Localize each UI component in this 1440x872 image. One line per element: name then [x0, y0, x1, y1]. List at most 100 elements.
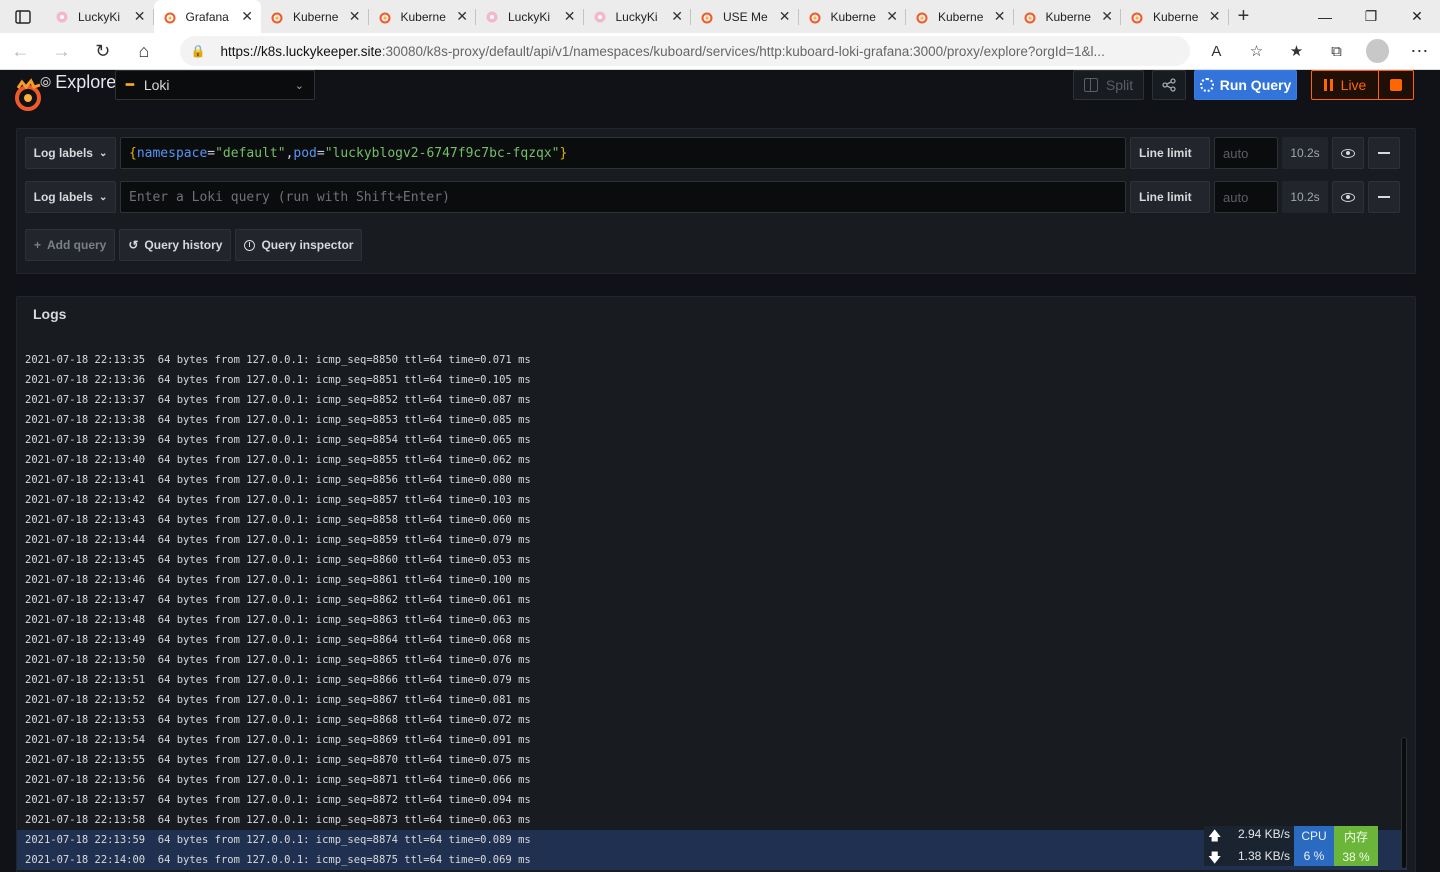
line-limit-input[interactable]: auto: [1214, 181, 1278, 213]
log-row[interactable]: 2021-07-18 22:14:00 64 bytes from 127.0.…: [17, 850, 1407, 870]
close-tab-icon[interactable]: ✕: [241, 8, 253, 25]
hide-query-button[interactable]: [1332, 181, 1364, 213]
query-row-a: Log labels ⌄ {namespace = "default", pod = "l…: [25, 137, 1400, 169]
query-token: =: [316, 145, 325, 161]
add-query-button[interactable]: + Add query: [25, 229, 116, 261]
back-icon[interactable]: ←: [0, 33, 41, 70]
close-window-icon[interactable]: ✕: [1394, 0, 1440, 33]
browser-tab[interactable]: Grafana ✕: [153, 0, 261, 33]
log-row[interactable]: 2021-07-18 22:13:41 64 bytes from 127.0.…: [17, 470, 1407, 490]
close-tab-icon[interactable]: ✕: [456, 8, 468, 25]
logs-scrollbar[interactable]: [1401, 737, 1407, 869]
log-row[interactable]: 2021-07-18 22:13:57 64 bytes from 127.0.…: [17, 790, 1407, 810]
log-row[interactable]: 2021-07-18 22:13:45 64 bytes from 127.0.…: [17, 550, 1407, 570]
log-row[interactable]: 2021-07-18 22:13:50 64 bytes from 127.0.…: [17, 650, 1407, 670]
url-field[interactable]: 🔒 https://k8s.luckykeeper.site:30080/k8s…: [180, 36, 1191, 66]
query-input-b[interactable]: Enter a Loki query (run with Shift+Enter…: [120, 181, 1126, 213]
log-row[interactable]: 2021-07-18 22:13:39 64 bytes from 127.0.…: [17, 430, 1407, 450]
log-row[interactable]: 2021-07-18 22:13:42 64 bytes from 127.0.…: [17, 490, 1407, 510]
favorite-add-icon[interactable]: ☆: [1236, 42, 1276, 60]
forward-icon[interactable]: →: [41, 33, 82, 70]
log-row[interactable]: 2021-07-18 22:13:36 64 bytes from 127.0.…: [17, 370, 1407, 390]
grafana-icon: [162, 9, 178, 25]
log-row[interactable]: 2021-07-18 22:13:59 64 bytes from 127.0.…: [17, 830, 1407, 850]
browser-tab[interactable]: Kuberne ✕: [261, 0, 369, 33]
query-inspector-button[interactable]: Query inspector: [235, 229, 363, 261]
close-tab-icon[interactable]: ✕: [1209, 8, 1221, 25]
run-query-button[interactable]: Run Query: [1194, 70, 1297, 100]
browser-tab[interactable]: Kuberne ✕: [1014, 0, 1122, 33]
browser-tab-title: Grafana: [185, 9, 229, 24]
log-row[interactable]: 2021-07-18 22:13:48 64 bytes from 127.0.…: [17, 610, 1407, 630]
datasource-picker[interactable]: ━ Loki ⌄: [115, 70, 315, 100]
query-editor-panel: Log labels ⌄ {namespace = "default", pod = "l…: [16, 128, 1416, 274]
close-tab-icon[interactable]: ✕: [994, 8, 1006, 25]
close-tab-icon[interactable]: ✕: [1101, 8, 1113, 25]
browser-tab[interactable]: LuckyKi ✕: [46, 0, 154, 33]
tab-actions-icon[interactable]: [0, 0, 46, 33]
log-labels-button[interactable]: Log labels ⌄: [25, 137, 116, 169]
minimize-icon[interactable]: —: [1302, 0, 1348, 33]
browser-tab[interactable]: Kuberne ✕: [906, 0, 1014, 33]
live-button[interactable]: Live: [1311, 70, 1379, 100]
remove-query-button[interactable]: [1368, 137, 1400, 169]
browser-tab-title: LuckyKi: [508, 9, 551, 24]
log-row[interactable]: 2021-07-18 22:13:44 64 bytes from 127.0.…: [17, 530, 1407, 550]
query-row-b: Log labels ⌄ Enter a Loki query (run wit…: [25, 181, 1400, 213]
stop-live-button[interactable]: [1379, 70, 1414, 100]
query-inspector-label: Query inspector: [261, 238, 354, 252]
query-input-a[interactable]: {namespace = "default", pod = "luckyblogv2-67…: [120, 137, 1126, 169]
log-row[interactable]: 2021-07-18 22:13:51 64 bytes from 127.0.…: [17, 670, 1407, 690]
log-row[interactable]: 2021-07-18 22:13:40 64 bytes from 127.0.…: [17, 450, 1407, 470]
url-path: :30080/k8s-proxy/default/api/v1/namespac…: [381, 43, 1105, 59]
log-row[interactable]: 2021-07-18 22:13:58 64 bytes from 127.0.…: [17, 810, 1407, 830]
close-tab-icon[interactable]: ✕: [349, 8, 361, 25]
browser-tab[interactable]: LuckyKi ✕: [476, 0, 584, 33]
line-limit-input[interactable]: auto: [1214, 137, 1278, 169]
log-row[interactable]: 2021-07-18 22:13:38 64 bytes from 127.0.…: [17, 410, 1407, 430]
more-menu-icon[interactable]: ⋯: [1399, 33, 1440, 70]
log-row[interactable]: 2021-07-18 22:13:55 64 bytes from 127.0.…: [17, 750, 1407, 770]
loading-spinner-icon: [1199, 78, 1214, 92]
log-row[interactable]: 2021-07-18 22:13:35 64 bytes from 127.0.…: [17, 350, 1407, 370]
browser-tab[interactable]: Kuberne ✕: [799, 0, 907, 33]
home-icon[interactable]: ⌂: [123, 33, 164, 70]
log-row[interactable]: 2021-07-18 22:13:37 64 bytes from 127.0.…: [17, 390, 1407, 410]
profile-avatar[interactable]: [1366, 39, 1389, 63]
close-tab-icon[interactable]: ✕: [779, 8, 791, 25]
query-token: "default": [215, 145, 286, 161]
close-tab-icon[interactable]: ✕: [564, 8, 576, 25]
hide-query-button[interactable]: [1332, 137, 1364, 169]
browser-tab[interactable]: LuckyKi ✕: [584, 0, 692, 33]
close-tab-icon[interactable]: ✕: [886, 8, 898, 25]
restore-icon[interactable]: ❐: [1348, 0, 1394, 33]
log-row[interactable]: 2021-07-18 22:13:54 64 bytes from 127.0.…: [17, 730, 1407, 750]
memory-usage: 内存 38 %: [1334, 826, 1378, 866]
chevron-down-icon: ⌄: [98, 147, 108, 159]
close-tab-icon[interactable]: ✕: [134, 8, 146, 25]
browser-tab[interactable]: USE Me ✕: [691, 0, 799, 33]
log-row[interactable]: 2021-07-18 22:13:46 64 bytes from 127.0.…: [17, 570, 1407, 590]
browser-tab[interactable]: Kuberne ✕: [1121, 0, 1229, 33]
query-history-button[interactable]: ↺ Query history: [119, 229, 232, 261]
collections-icon[interactable]: ⧉: [1316, 42, 1356, 60]
log-row[interactable]: 2021-07-18 22:13:56 64 bytes from 127.0.…: [17, 770, 1407, 790]
log-labels-button[interactable]: Log labels ⌄: [25, 181, 116, 213]
log-row[interactable]: 2021-07-18 22:13:47 64 bytes from 127.0.…: [17, 590, 1407, 610]
log-row[interactable]: 2021-07-18 22:13:49 64 bytes from 127.0.…: [17, 630, 1407, 650]
share-button[interactable]: [1152, 70, 1186, 100]
close-tab-icon[interactable]: ✕: [671, 8, 683, 25]
grafana-icon: [699, 9, 715, 25]
browser-tab[interactable]: Kuberne ✕: [369, 0, 477, 33]
log-row[interactable]: 2021-07-18 22:13:43 64 bytes from 127.0.…: [17, 510, 1407, 530]
share-icon: [1162, 78, 1176, 92]
log-row[interactable]: 2021-07-18 22:13:52 64 bytes from 127.0.…: [17, 690, 1407, 710]
new-tab-button[interactable]: +: [1229, 0, 1259, 33]
favorites-icon[interactable]: ★: [1276, 42, 1316, 60]
query-token: pod: [293, 145, 317, 161]
log-row[interactable]: 2021-07-18 22:13:53 64 bytes from 127.0.…: [17, 710, 1407, 730]
remove-query-button[interactable]: [1368, 181, 1400, 213]
read-aloud-icon[interactable]: A​: [1196, 42, 1236, 60]
split-button[interactable]: Split: [1073, 70, 1144, 100]
refresh-icon[interactable]: ↻: [82, 33, 123, 70]
